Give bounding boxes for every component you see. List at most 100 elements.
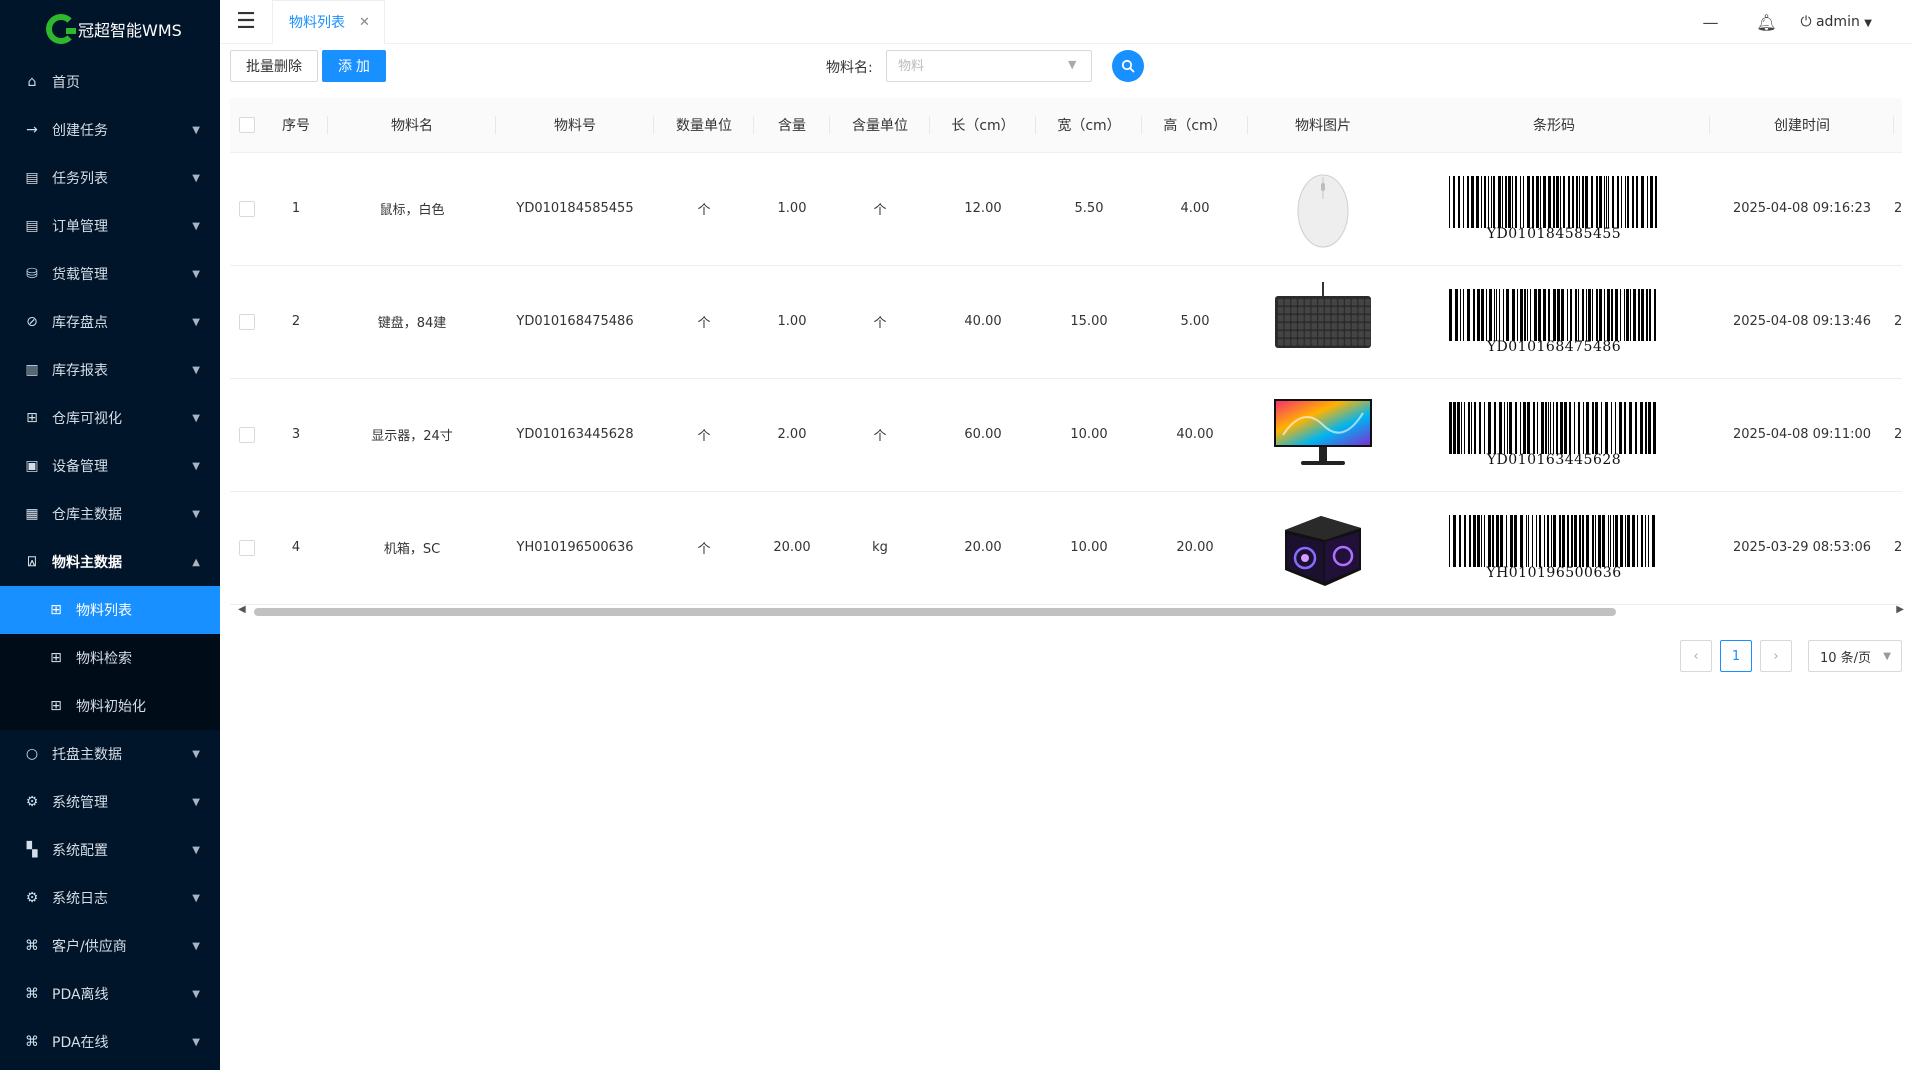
- row-checkbox[interactable]: [239, 313, 255, 330]
- scrollbar-thumb[interactable]: [254, 608, 1616, 616]
- select-all-checkbox[interactable]: [239, 116, 255, 133]
- sidebar-item-1[interactable]: → 创建任务 ▼: [0, 106, 220, 154]
- home-icon: ⌂: [27, 74, 37, 90]
- material-search-input[interactable]: [886, 50, 1092, 82]
- sidebar-item-label: 库存报表: [52, 363, 108, 379]
- sidebar-menu: ⌂ 首页 → 创建任务 ▼ ▤ 任务列表 ▼ ▤ 订单管理 ▼ ⛁ 货载管理 ▼ ⊘ 库存盘点 ▼ ▥ 库存报表 ▼ ⊞…: [0, 58, 220, 1066]
- cluster-icon: ⌘: [25, 1034, 39, 1050]
- mouse-image: [1297, 174, 1349, 247]
- table-header-row: 序号 物料名 物料号 数量单位 含量 含量单位 长（cm） 宽（cm） 高（cm） 物料图片 条形码…: [230, 98, 1902, 153]
- batch-delete-button[interactable]: 批量删除: [230, 50, 318, 82]
- page-1-button[interactable]: 1: [1720, 640, 1752, 672]
- column-header-label: 物料名: [391, 117, 433, 134]
- prev-page-button[interactable]: ‹: [1680, 640, 1712, 672]
- sidebar-item-label: 系统配置: [52, 843, 108, 859]
- sidebar-item-label: 系统管理: [52, 795, 108, 811]
- row-checkbox[interactable]: [239, 426, 255, 443]
- search-button[interactable]: [1112, 50, 1144, 82]
- chevron-down-icon: ▼: [192, 892, 200, 904]
- sidebar-item-after-6[interactable]: ⌘ PDA在线 ▼: [0, 1018, 220, 1066]
- sidebar-item-9[interactable]: ▦ 仓库主数据 ▼: [0, 490, 220, 538]
- chevron-down-icon: ▼: [192, 172, 200, 184]
- column-header-label: 长（cm）: [951, 117, 1015, 134]
- grid-icon: ⊞: [26, 410, 38, 426]
- cell-width: 10.00: [1036, 491, 1142, 605]
- sidebar-item-3[interactable]: ▤ 订单管理 ▼: [0, 202, 220, 250]
- sidebar-item-label: 系统日志: [52, 891, 108, 907]
- cell-length: 60.00: [930, 378, 1036, 492]
- sidebar-item-label: 仓库主数据: [52, 507, 122, 523]
- table-row[interactable]: 1 鼠标，白色 YD010184585455 个 1.00 个 12.00 5.50 4.00 Y…: [230, 152, 1902, 266]
- sidebar-item-6[interactable]: ▥ 库存报表 ▼: [0, 346, 220, 394]
- table-row[interactable]: 4 机箱，SC YH010196500636 个 20.00 kg 20.00 10.00 20…: [230, 491, 1902, 605]
- sidebar-item-label: 库存盘点: [52, 315, 108, 331]
- column-header: 创建时间: [1710, 98, 1894, 153]
- sidebar-item-5[interactable]: ⊘ 库存盘点 ▼: [0, 298, 220, 346]
- sidebar-item-after-1[interactable]: ⚙ 系统管理 ▼: [0, 778, 220, 826]
- sidebar-item-label: 仓库可视化: [52, 411, 122, 427]
- next-page-button[interactable]: ›: [1760, 640, 1792, 672]
- sidebar-subitem-2[interactable]: ⊞ 物料初始化: [0, 682, 220, 730]
- row-checkbox[interactable]: [239, 200, 255, 217]
- column-header: 物料名: [328, 98, 496, 153]
- material-icon: ⍓: [27, 554, 37, 570]
- sidebar-item-0[interactable]: ⌂ 首页: [0, 58, 220, 106]
- username: admin: [1815, 14, 1860, 30]
- barcode-text: YD010168475486: [1486, 338, 1622, 355]
- scroll-right-icon[interactable]: ▶: [1896, 604, 1904, 615]
- column-header-label: 物料号: [554, 117, 596, 134]
- add-button[interactable]: 添 加: [322, 50, 386, 82]
- cell-amount: 2.00: [754, 378, 830, 492]
- sidebar-item-label: 货载管理: [52, 267, 108, 283]
- table-icon: ⊞: [50, 650, 62, 666]
- table-row[interactable]: 2 键盘，84建 YD010168475486 个 1.00 个 40.00 15.00 5.0…: [230, 265, 1902, 379]
- table-row[interactable]: 3 显示器，24寸 YD010163445628 个 2.00 个 60.00 10.00 40…: [230, 378, 1902, 492]
- logo: 冠超智能WMS: [0, 0, 220, 58]
- chevron-down-icon: ▼: [192, 460, 200, 472]
- cell-unit: 个: [654, 152, 754, 266]
- tab-material-list[interactable]: 物料列表 ✕: [272, 0, 385, 44]
- cluster-icon: ⌘: [25, 986, 39, 1002]
- pc-case-image: [1285, 515, 1361, 586]
- sidebar-item-after-4[interactable]: ⌘ 客户/供应商 ▼: [0, 922, 220, 970]
- column-header-label: 条形码: [1533, 117, 1575, 134]
- sidebar-subitem-0[interactable]: ⊞ 物料列表: [0, 586, 220, 634]
- bell-icon[interactable]: 🔔︎: [1738, 13, 1794, 32]
- sidebar-item-after-3[interactable]: ⚙ 系统日志 ▼: [0, 874, 220, 922]
- cell-code: YD010168475486: [496, 265, 654, 379]
- cell-height: 20.00: [1142, 491, 1248, 605]
- material-image-cell: [1248, 152, 1398, 266]
- sidebar-item-label: 首页: [52, 75, 80, 91]
- sidebar-item-label: 任务列表: [52, 171, 108, 187]
- horizontal-scrollbar[interactable]: ◀ ▶: [236, 604, 1906, 618]
- sidebar-item-after-5[interactable]: ⌘ PDA离线 ▼: [0, 970, 220, 1018]
- column-header: 含量单位: [830, 98, 930, 153]
- chevron-down-icon: ▼: [192, 796, 200, 808]
- sidebar-item-after-0[interactable]: ○ 托盘主数据 ▼: [0, 730, 220, 778]
- row-checkbox[interactable]: [239, 539, 255, 556]
- barcode-cell: YD010184585455: [1398, 152, 1710, 266]
- user-menu[interactable]: ⏻ admin ▼: [1800, 14, 1872, 30]
- menu-fold-icon[interactable]: ☰: [220, 0, 272, 44]
- cell-code: YH010196500636: [496, 491, 654, 605]
- column-header: 物料号: [496, 98, 654, 153]
- minimize-icon[interactable]: —: [1682, 13, 1738, 32]
- sidebar-item-7[interactable]: ⊞ 仓库可视化 ▼: [0, 394, 220, 442]
- sidebar-item-4[interactable]: ⛁ 货载管理 ▼: [0, 250, 220, 298]
- scroll-left-icon[interactable]: ◀: [238, 604, 246, 615]
- cell-no: 2: [264, 265, 328, 379]
- cell-height: 40.00: [1142, 378, 1248, 492]
- close-icon[interactable]: ✕: [359, 15, 370, 30]
- sidebar-item-2[interactable]: ▤ 任务列表 ▼: [0, 154, 220, 202]
- pagination: ‹ 1 › 10 条/页 ▼: [1680, 640, 1902, 672]
- select-cell: [230, 491, 264, 605]
- cell-unit: 个: [654, 378, 754, 492]
- cell-amount_unit: 个: [830, 378, 930, 492]
- gear-icon: ⚙: [25, 794, 39, 810]
- sidebar-item-10[interactable]: ⍓ 物料主数据 ▲: [0, 538, 220, 586]
- sidebar-item-8[interactable]: ▣ 设备管理 ▼: [0, 442, 220, 490]
- sidebar-item-after-2[interactable]: ▚ 系统配置 ▼: [0, 826, 220, 874]
- page-size-select[interactable]: 10 条/页 ▼: [1808, 640, 1902, 672]
- sidebar-subitem-1[interactable]: ⊞ 物料检索: [0, 634, 220, 682]
- cell-amount_unit: kg: [830, 491, 930, 605]
